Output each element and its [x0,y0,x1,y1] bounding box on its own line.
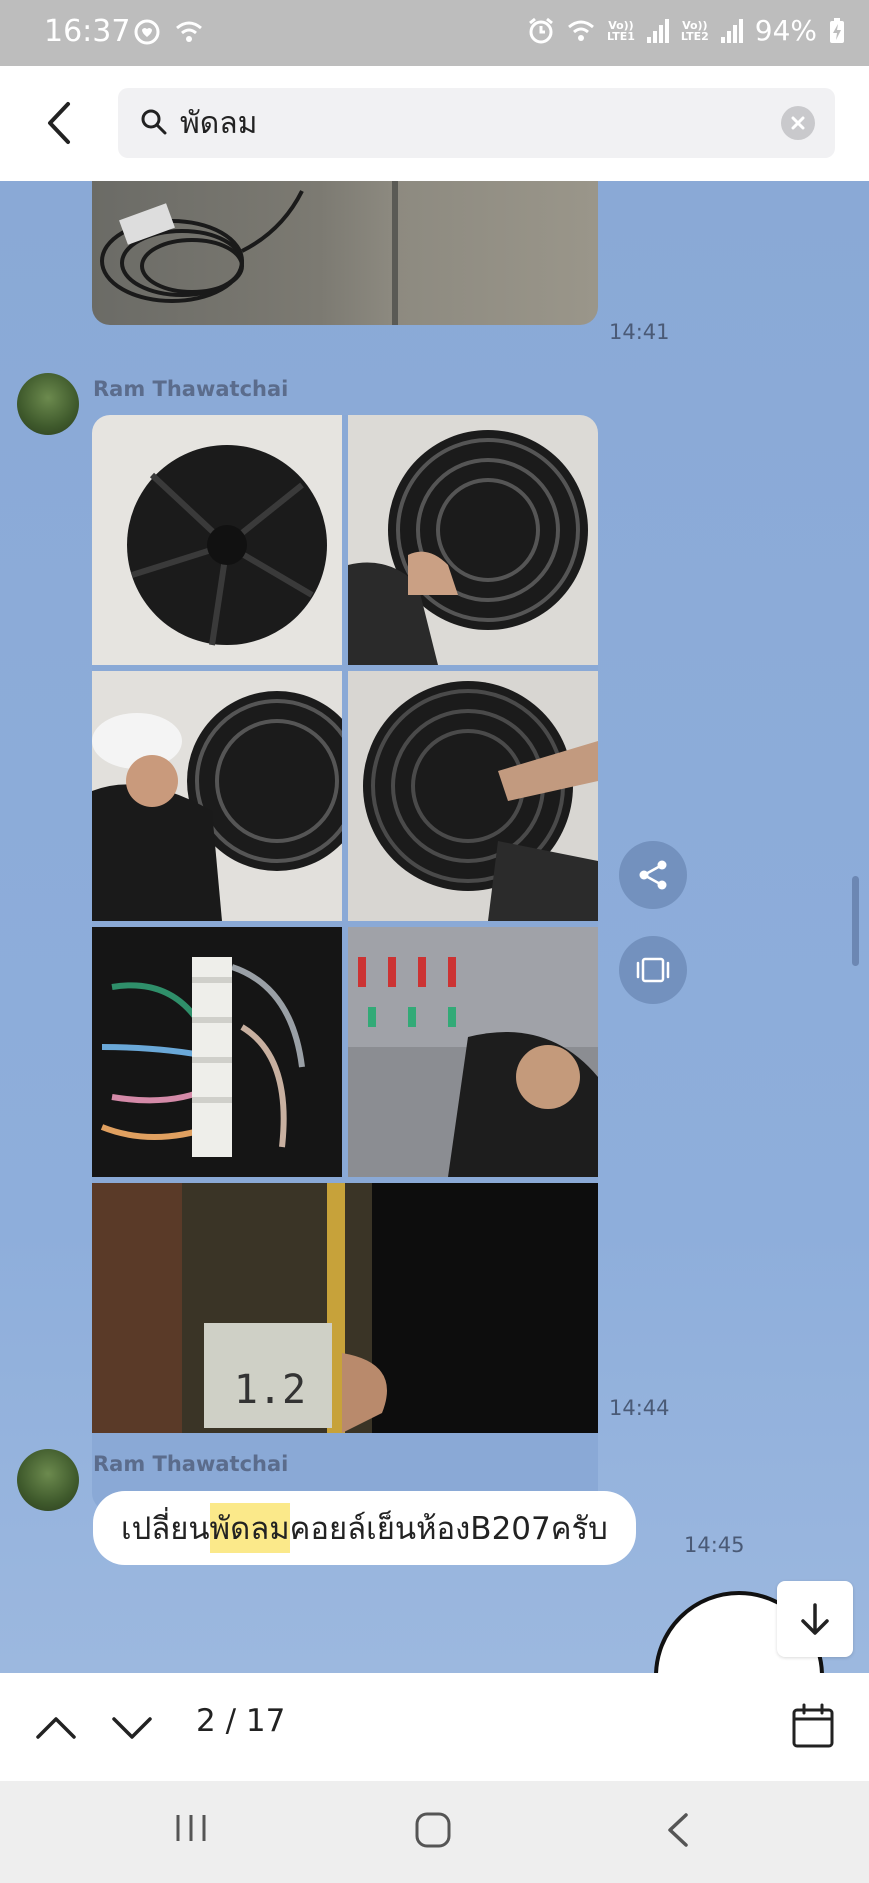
message-timestamp: 14:41 [609,320,670,344]
alarm-icon [529,17,553,43]
status-bar: 16:37 Vo)) LTE1 Vo)) LTE2 94% [0,0,869,66]
signal-bars-2-icon [720,18,743,43]
message-timestamp: 14:45 [684,1533,745,1557]
volte-label: Vo)) [608,18,634,32]
avatar[interactable] [17,1449,79,1511]
sender-name: Ram Thawatchai [93,377,289,401]
scroll-to-bottom-button[interactable] [777,1581,853,1657]
album-photo-6[interactable] [348,927,598,1177]
battery-percent: 94% [754,14,817,47]
system-back-button[interactable] [664,1811,692,1853]
clear-icon [791,116,805,130]
calendar-icon[interactable] [791,1703,835,1749]
network-label-2: LTE2 [680,29,709,43]
album-photo-5[interactable] [92,927,342,1177]
signal-bars-1-icon [646,18,669,43]
message-text-before: เปลี่ยน [121,1511,210,1547]
album-photo-1[interactable] [92,415,342,665]
svg-text:1.2: 1.2 [234,1367,306,1413]
message-timestamp: 14:44 [609,1396,670,1420]
recent-apps-button[interactable] [174,1811,208,1849]
wifi-icon [176,21,202,42]
scrollbar[interactable] [852,876,859,966]
search-input[interactable] [180,100,740,146]
photo-cable [92,181,598,325]
carousel-icon [636,957,670,983]
recent-apps-icon [176,1815,206,1841]
share-icon [639,860,667,890]
home-icon [415,1812,451,1848]
system-back-icon [668,1813,688,1847]
back-arrow-icon[interactable] [36,96,86,150]
chevron-down-icon[interactable] [110,1705,154,1749]
image-album[interactable]: 1.2 [92,415,598,1511]
volte-label-2: Vo)) [682,18,708,32]
clear-search-button[interactable] [781,106,815,140]
system-navigation-bar [0,1781,869,1883]
heart-notification-icon [134,19,160,45]
message-image[interactable] [92,181,598,325]
album-carousel-button[interactable] [619,936,687,1004]
search-box[interactable] [118,88,835,158]
chat-area[interactable]: 14:41 Ram Thawatchai 1.2 14:44 Ram Thawa… [0,181,869,1673]
search-result-navigation: 2 / 17 [0,1673,869,1781]
share-button[interactable] [619,841,687,909]
album-photo-2[interactable] [348,415,598,665]
album-photo-7[interactable]: 1.2 [92,1183,598,1433]
text-message-bubble[interactable]: เปลี่ยน พัดลม คอยล์เย็นห้องB207ครับ [93,1491,636,1565]
search-icon [141,109,167,135]
search-match-highlight: พัดลม [209,1503,290,1553]
home-button[interactable] [414,1811,452,1853]
avatar[interactable] [17,373,79,435]
battery-charging-icon [830,17,844,43]
search-header [0,66,869,181]
sender-name: Ram Thawatchai [93,1452,289,1476]
result-counter: 2 / 17 [196,1703,286,1739]
arrow-down-icon [801,1603,829,1635]
album-photo-3[interactable] [92,671,342,921]
message-text-after: คอยล์เย็นห้องB207ครับ [289,1511,608,1547]
clock: 16:37 [44,14,131,49]
network-label-1: LTE1 [607,29,635,43]
wifi-calling-icon [568,20,594,41]
album-photo-4[interactable] [348,671,598,921]
chevron-up-icon[interactable] [34,1705,78,1749]
